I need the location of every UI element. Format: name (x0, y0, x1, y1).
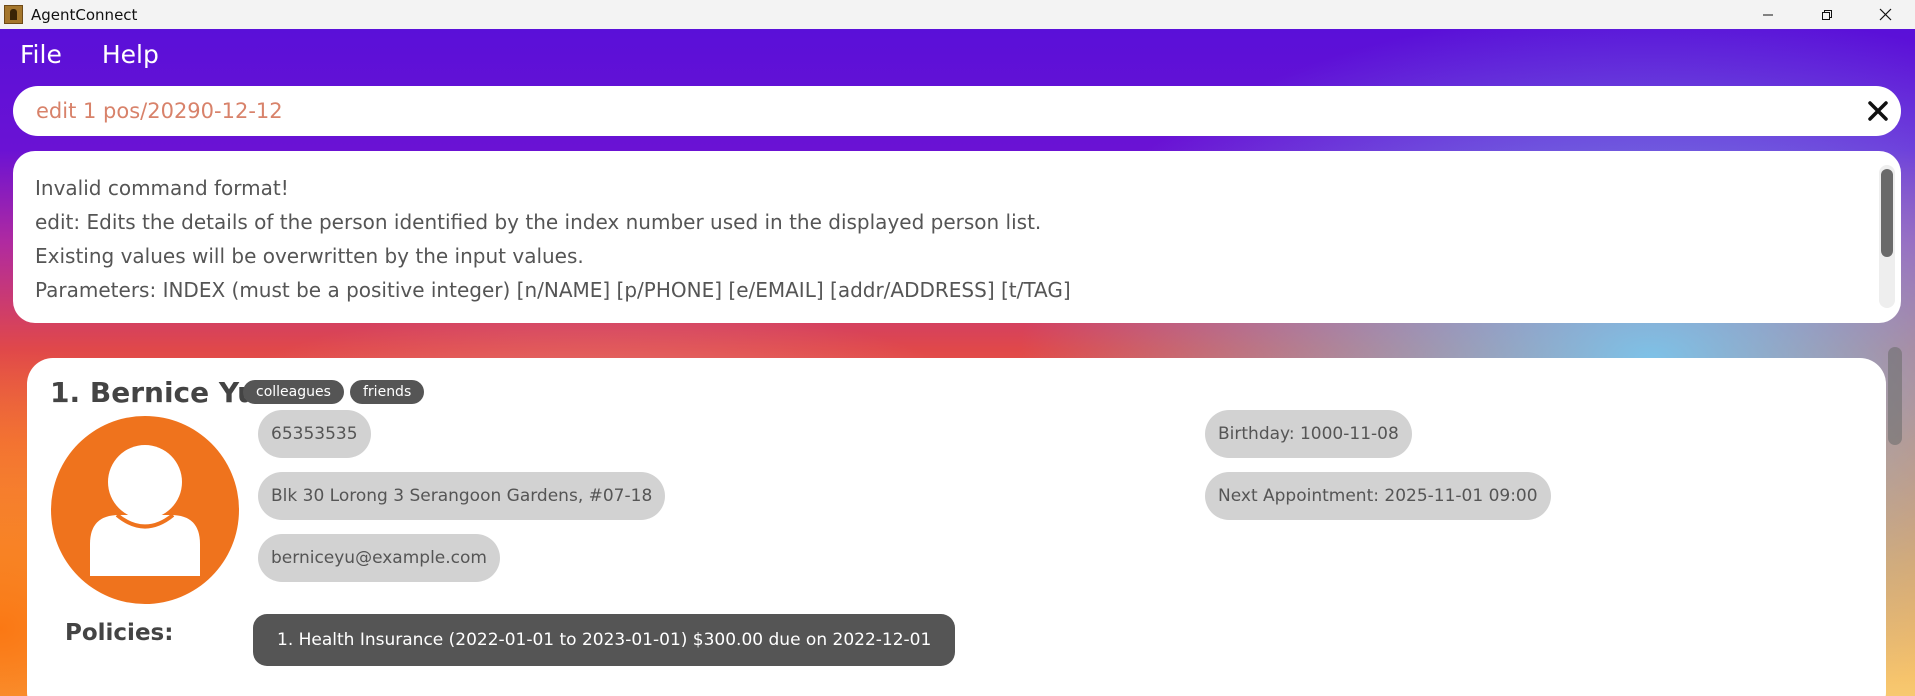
result-line: edit: Edits the details of the person id… (35, 210, 1042, 234)
email-field: berniceyu@example.com (258, 534, 500, 582)
menu-file[interactable]: File (20, 40, 62, 69)
result-line: Parameters: INDEX (must be a positive in… (35, 278, 1071, 302)
close-icon (1879, 8, 1892, 21)
result-scrollbar-thumb[interactable] (1881, 169, 1893, 257)
close-button[interactable] (1856, 0, 1915, 29)
person-card[interactable]: 1. Bernice Yu colleagues friends 6535353… (27, 358, 1886, 696)
menu-help[interactable]: Help (102, 40, 159, 69)
command-box (13, 86, 1901, 136)
person-avatar-icon (51, 416, 239, 604)
app-icon (4, 5, 23, 24)
next-appointment-field: Next Appointment: 2025-11-01 09:00 (1205, 472, 1551, 520)
window-title: AgentConnect (31, 5, 138, 24)
maximize-button[interactable] (1797, 0, 1856, 29)
person-list-scrollbar-thumb[interactable] (1888, 347, 1902, 445)
window-controls (1738, 0, 1915, 29)
restore-icon (1821, 9, 1832, 20)
result-line: Existing values will be overwritten by t… (35, 244, 584, 268)
tag-colleagues: colleagues (243, 380, 344, 404)
clear-icon (1868, 101, 1888, 121)
phone-field: 65353535 (258, 410, 371, 458)
result-scrollbar[interactable] (1879, 165, 1895, 308)
clear-command-button[interactable] (1865, 98, 1891, 124)
minimize-icon (1762, 14, 1773, 15)
policy-item: 1. Health Insurance (2022-01-01 to 2023-… (253, 614, 956, 666)
result-display: Invalid command format! edit: Edits the … (13, 151, 1901, 323)
person-name: 1. Bernice Yu (50, 376, 258, 409)
menu-bar: File Help (0, 29, 1915, 79)
title-bar: AgentConnect (0, 0, 1915, 29)
birthday-field: Birthday: 1000-11-08 (1205, 410, 1412, 458)
command-input[interactable] (34, 98, 1818, 124)
tag-friends: friends (350, 380, 425, 404)
policies-label: Policies: (65, 620, 174, 646)
app-window: File Help Invalid command format! edit: … (0, 29, 1915, 696)
result-line: Invalid command format! (35, 176, 289, 200)
result-text: Invalid command format! edit: Edits the … (13, 151, 1901, 307)
address-field: Blk 30 Lorong 3 Serangoon Gardens, #07-1… (258, 472, 666, 520)
minimize-button[interactable] (1738, 0, 1797, 29)
